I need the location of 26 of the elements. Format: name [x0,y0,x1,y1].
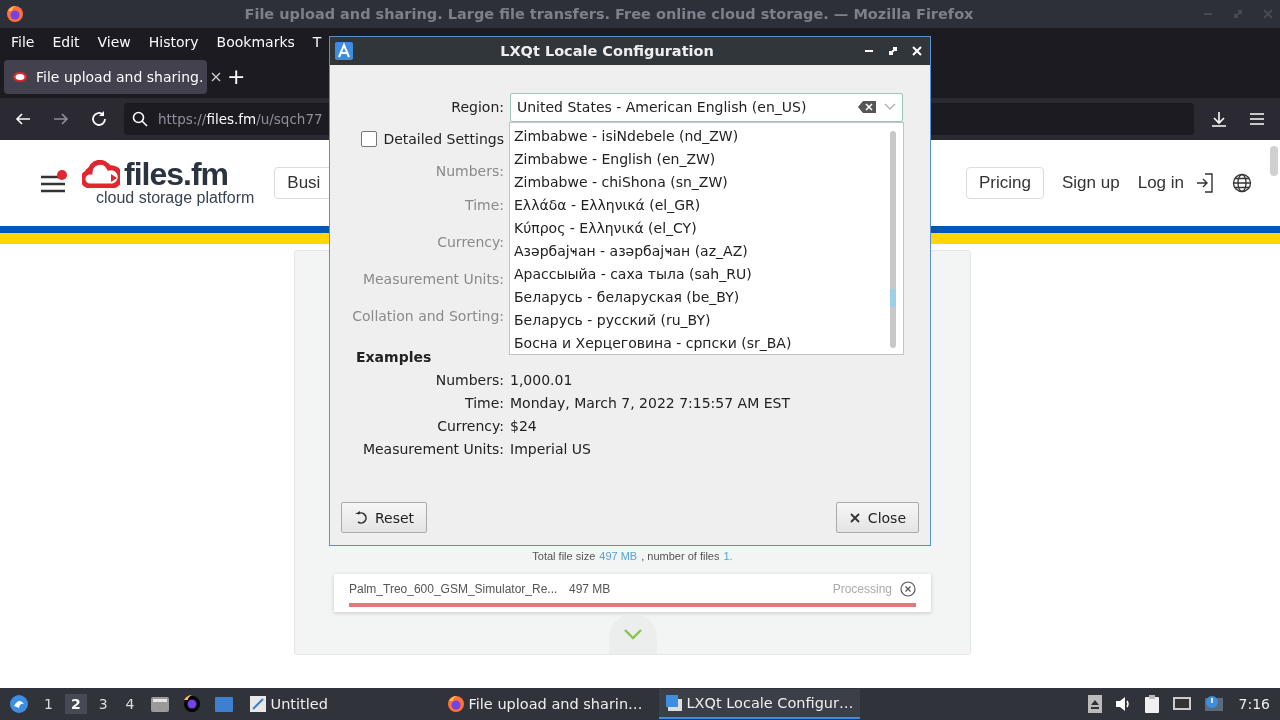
file-size: 497 MB [569,582,611,596]
example-label: Numbers: [434,371,504,388]
setting-label: Currency: [436,233,504,250]
example-label: Measurement Units: [361,440,504,457]
setting-label: Measurement Units: [361,270,504,287]
tab-title: File upload and sharing. [36,68,204,85]
setting-label: Numbers: [434,162,504,179]
logo-text: files.fm [124,159,229,189]
example-value: Imperial US [510,440,592,457]
example-label: Time: [464,394,504,411]
dialog-title: LXQt Locale Configuration [499,43,715,59]
summary-text: Total file size [532,550,596,562]
example-label: Currency: [436,417,504,434]
file-name: Palm_Treo_600_GSM_Simulator_Re... [349,582,559,596]
field-label: Region: [450,99,504,115]
example-value: Monday, March 7, 2022 7:15:57 AM EST [510,394,791,411]
setting-label: Time: [464,196,504,213]
setting-label: Collation and Sorting: [351,307,504,324]
logo-tagline: cloud storage platform [96,189,255,207]
clock: 7:16 [1238,696,1270,712]
status-text: Processing [832,582,892,596]
section-heading: Examples [356,348,432,367]
example-value: $24 [510,417,538,434]
window-title: File upload and sharing. Large file transfers. Free online cloud storage. — Mozilla Firefox [243,6,975,22]
example-value: 1,000.01 [510,371,574,388]
summary-text: , number of files [641,550,720,562]
